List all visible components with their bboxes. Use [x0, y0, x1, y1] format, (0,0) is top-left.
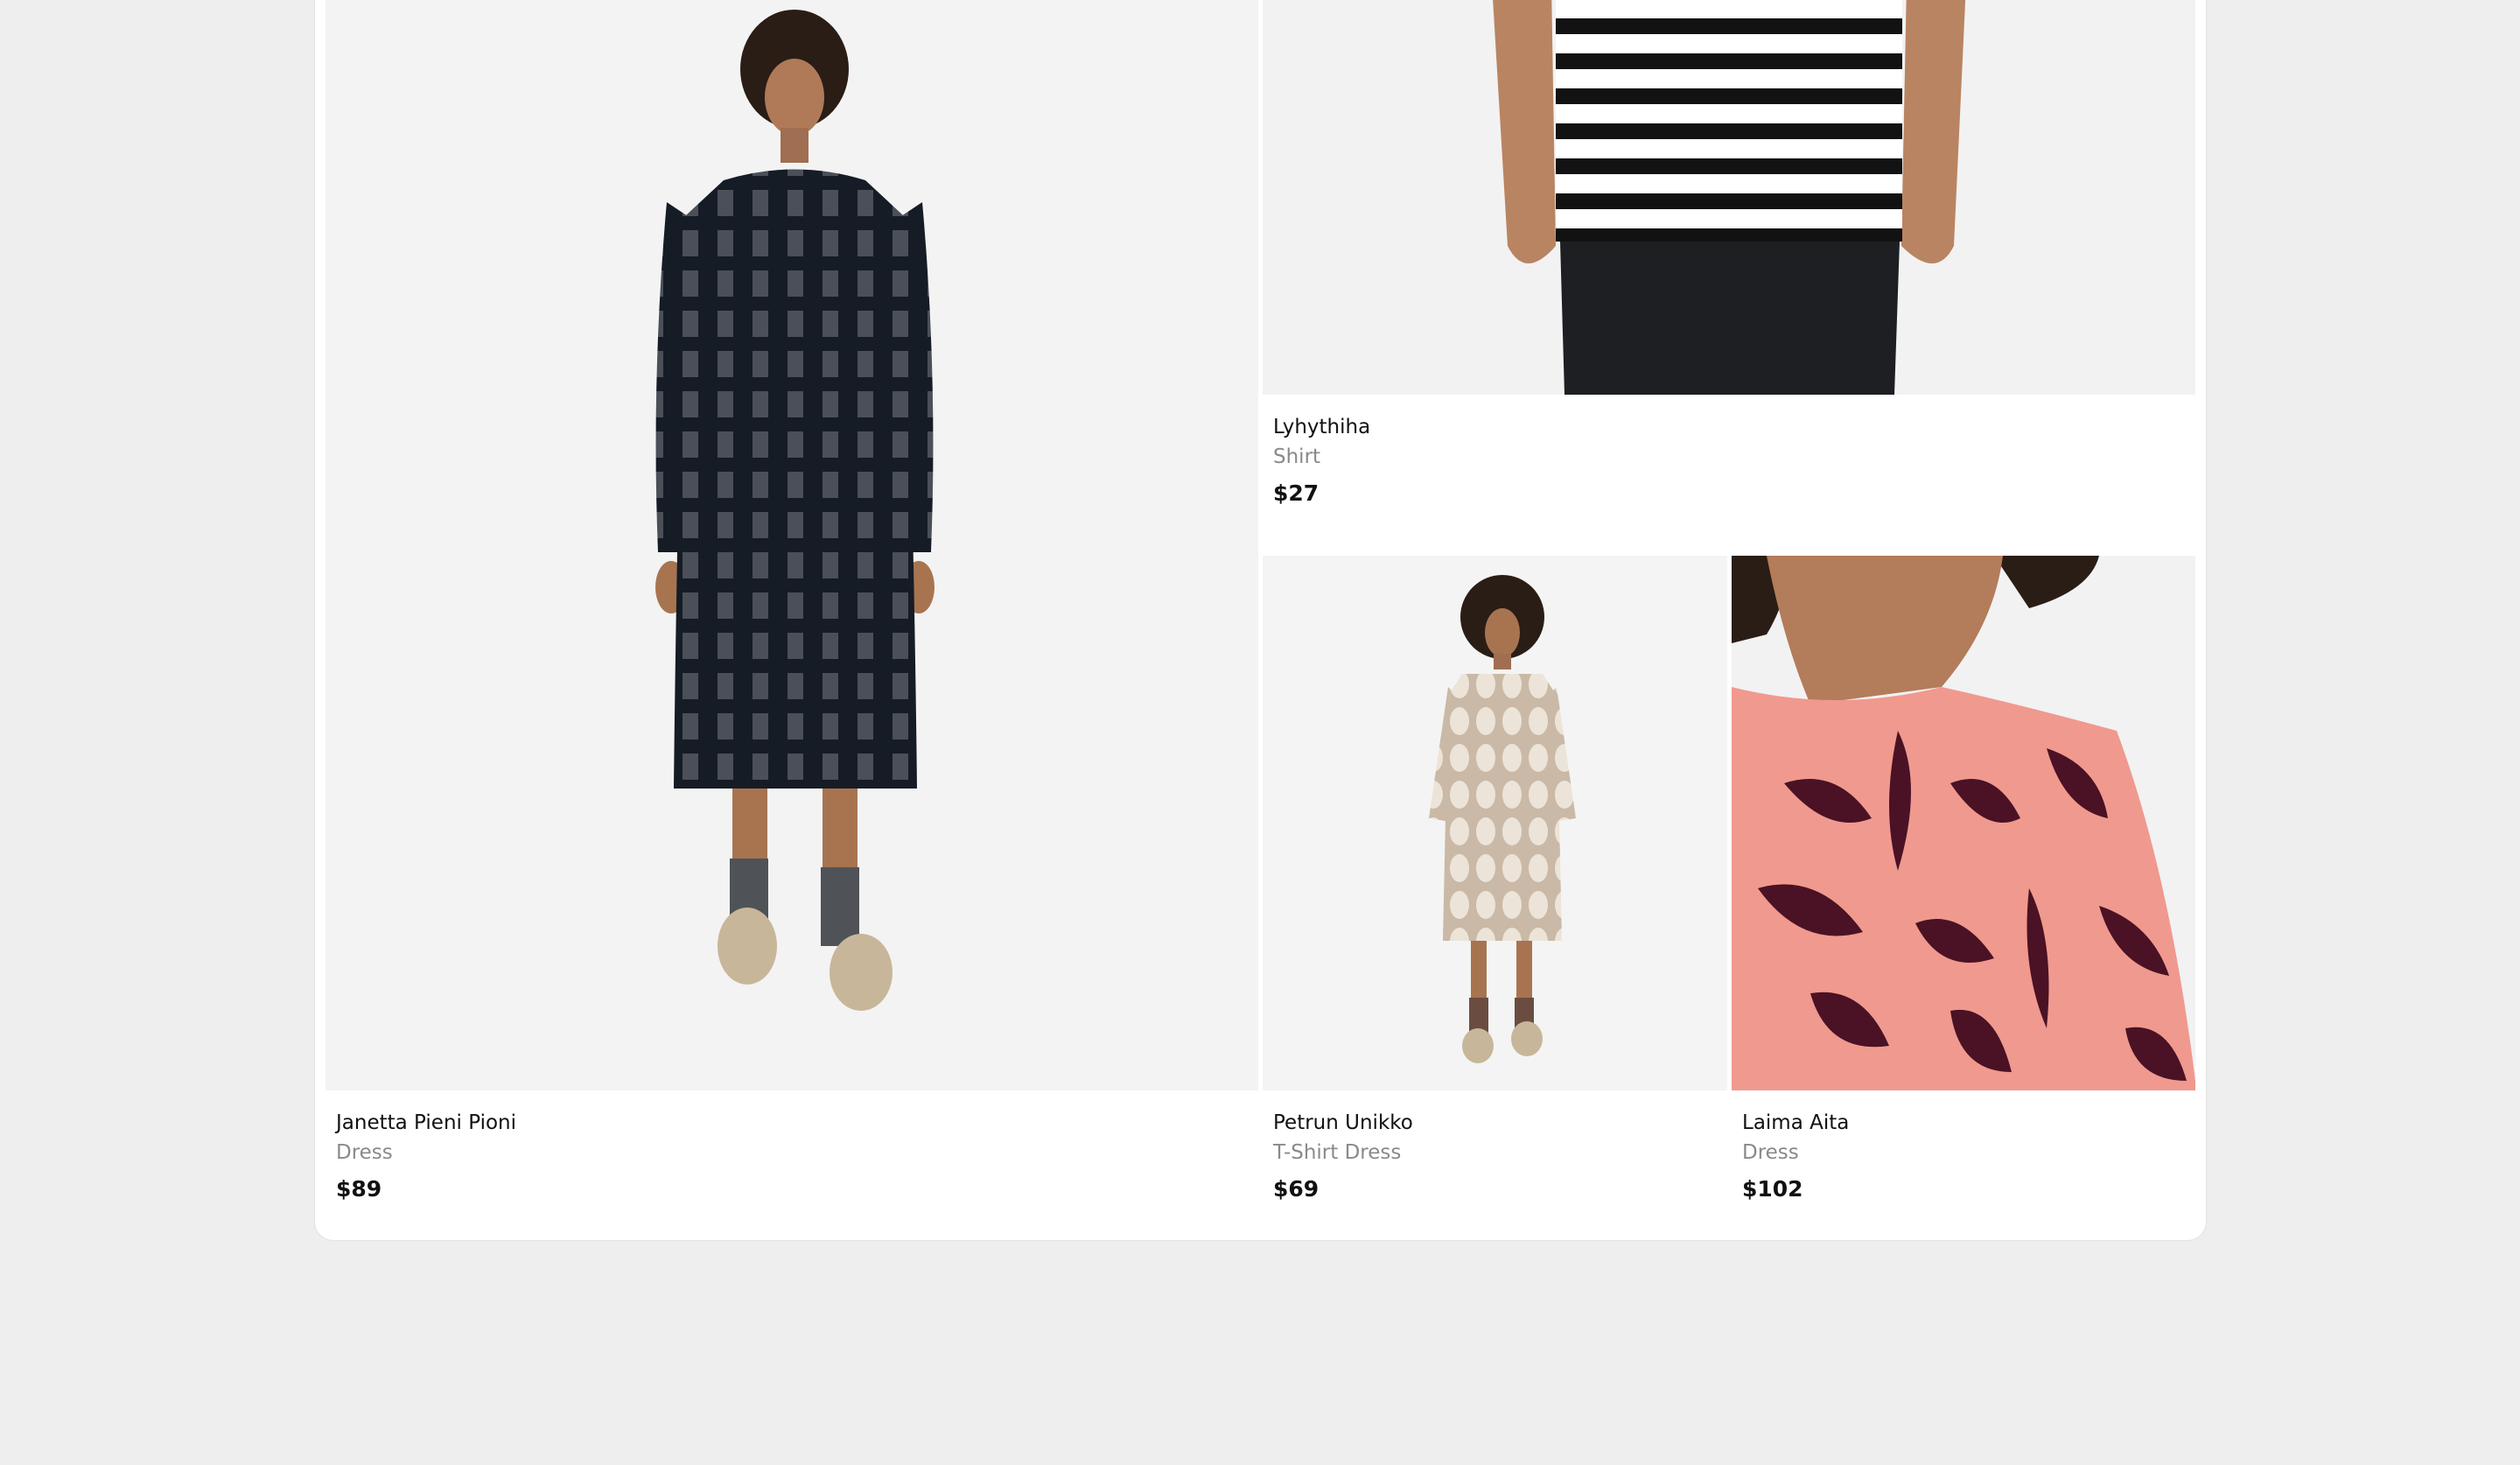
product-info: Lyhythiha Shirt $27	[1263, 395, 2195, 530]
product-name[interactable]: Lyhythiha	[1273, 416, 1370, 438]
product-card-petrun-unikko[interactable]: Petrun Unikko T-Shirt Dress $69	[1263, 556, 1727, 1240]
product-card-lyhythiha[interactable]: Lyhythiha Shirt $27	[1263, 0, 2195, 530]
product-card-janetta-pieni-pioni[interactable]: Janetta Pieni Pioni Dress $89	[326, 0, 1258, 1240]
product-category: Dress	[336, 1141, 393, 1164]
product-info: Laima Aita Dress $102	[1732, 1090, 2195, 1240]
product-name[interactable]: Petrun Unikko	[1273, 1111, 1413, 1134]
product-image-lyhythiha[interactable]	[1263, 0, 2195, 395]
product-info: Petrun Unikko T-Shirt Dress $69	[1263, 1090, 1727, 1240]
product-category: Dress	[1742, 1141, 1799, 1164]
product-grid-card: Janetta Pieni Pioni Dress $89 Lyhythiha …	[314, 0, 2207, 1241]
product-category: Shirt	[1273, 445, 1321, 468]
product-image-janetta-pieni-pioni[interactable]	[326, 0, 1258, 1090]
product-info: Janetta Pieni Pioni Dress $89	[326, 1090, 1258, 1240]
product-name[interactable]: Laima Aita	[1742, 1111, 1849, 1134]
product-price: $89	[336, 1176, 382, 1202]
product-price: $69	[1273, 1176, 1320, 1202]
product-category: T-Shirt Dress	[1273, 1141, 1402, 1164]
product-image-petrun-unikko[interactable]	[1263, 556, 1727, 1090]
product-card-laima-aita[interactable]: Laima Aita Dress $102	[1732, 556, 2195, 1240]
product-image-laima-aita[interactable]	[1732, 556, 2195, 1090]
product-price: $27	[1273, 480, 1320, 506]
product-name[interactable]: Janetta Pieni Pioni	[336, 1111, 516, 1134]
product-price: $102	[1742, 1176, 1803, 1202]
